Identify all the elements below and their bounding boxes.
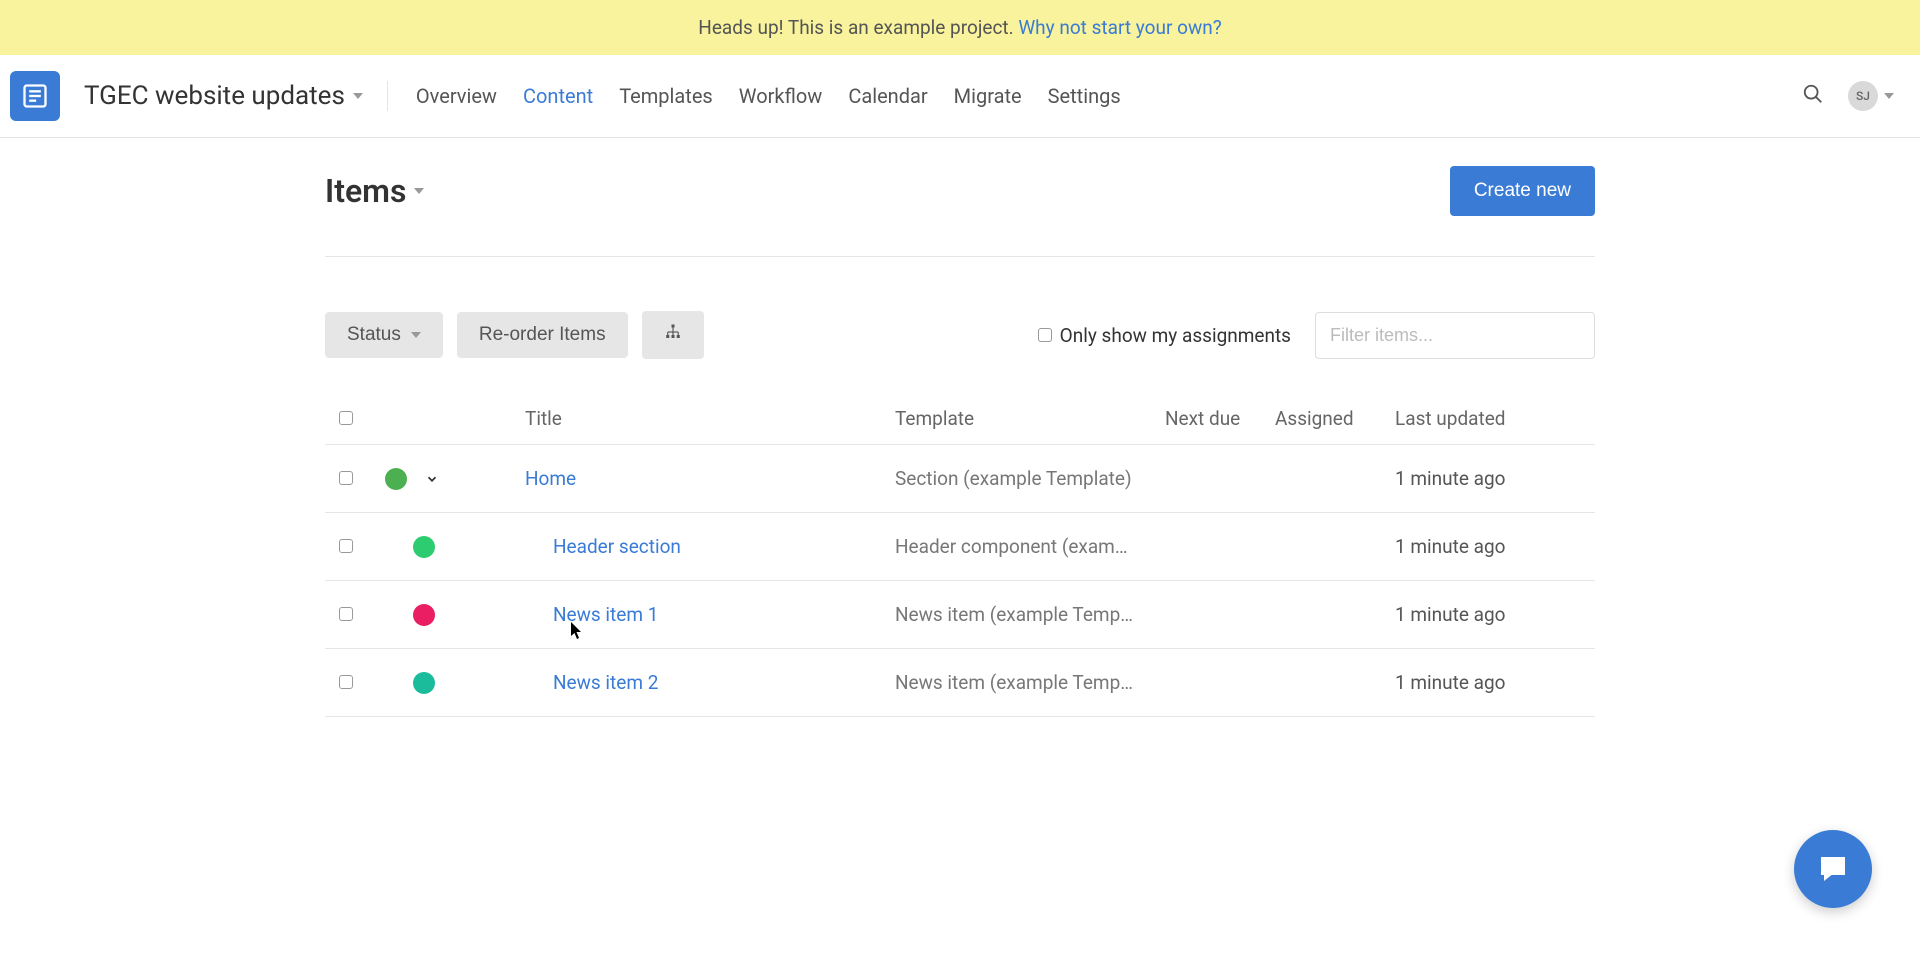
status-dot	[413, 604, 435, 626]
row-checkbox[interactable]	[339, 675, 353, 689]
item-last-updated: 1 minute ago	[1395, 467, 1595, 490]
item-template: News item (example Temp…	[895, 671, 1165, 694]
col-title: Title	[525, 407, 895, 430]
table-row: Home Section (example Template) 1 minute…	[325, 445, 1595, 513]
nav-calendar[interactable]: Calendar	[848, 84, 927, 108]
row-checkbox[interactable]	[339, 471, 353, 485]
col-last-updated: Last updated	[1395, 407, 1595, 430]
item-link[interactable]: Home	[525, 467, 576, 490]
col-assigned: Assigned	[1275, 407, 1395, 430]
avatar: SJ	[1848, 81, 1878, 111]
main-nav: Overview Content Templates Workflow Cale…	[416, 84, 1121, 108]
item-link[interactable]: Header section	[553, 535, 681, 558]
item-last-updated: 1 minute ago	[1395, 535, 1595, 558]
banner-link[interactable]: Why not start your own?	[1018, 16, 1221, 39]
item-template: Section (example Template)	[895, 467, 1165, 490]
row-checkbox[interactable]	[339, 539, 353, 553]
status-dot	[385, 468, 407, 490]
toolbar-right: Only show my assignments	[1038, 312, 1595, 359]
status-dot	[413, 672, 435, 694]
create-new-button[interactable]: Create new	[1450, 166, 1595, 216]
row-checkbox[interactable]	[339, 607, 353, 621]
example-project-banner: Heads up! This is an example project. Wh…	[0, 0, 1920, 55]
page-title-dropdown[interactable]: Items	[325, 172, 424, 210]
item-last-updated: 1 minute ago	[1395, 671, 1595, 694]
topbar-right: SJ	[1802, 81, 1910, 111]
toolbar: Status Re-order Items Only show my assig…	[325, 311, 1595, 359]
user-menu[interactable]: SJ	[1848, 81, 1894, 111]
nav-content[interactable]: Content	[523, 84, 593, 108]
table-row: News item 1 News item (example Temp… 1 m…	[325, 581, 1595, 649]
items-table: Title Template Next due Assigned Last up…	[325, 393, 1595, 717]
item-template: News item (example Temp…	[895, 603, 1165, 626]
item-template: Header component (exam…	[895, 535, 1165, 558]
nav-overview[interactable]: Overview	[416, 84, 497, 108]
page-content: Items Create new Status Re-order Items O…	[325, 138, 1595, 717]
hierarchy-view-button[interactable]	[642, 311, 704, 359]
app-logo[interactable]	[10, 71, 60, 121]
sitemap-icon	[664, 323, 682, 347]
chevron-down-icon	[414, 188, 424, 194]
nav-workflow[interactable]: Workflow	[739, 84, 823, 108]
banner-text: Heads up! This is an example project.	[698, 16, 1018, 39]
project-switcher[interactable]: TGEC website updates	[84, 81, 388, 111]
item-last-updated: 1 minute ago	[1395, 603, 1595, 626]
nav-templates[interactable]: Templates	[619, 84, 713, 108]
project-name: TGEC website updates	[84, 81, 345, 111]
page-title: Items	[325, 172, 406, 210]
only-my-assignments-toggle[interactable]: Only show my assignments	[1038, 324, 1291, 347]
topbar: TGEC website updates Overview Content Te…	[0, 55, 1920, 138]
page-header: Items Create new	[325, 166, 1595, 257]
status-filter-button[interactable]: Status	[325, 312, 443, 358]
chevron-down-icon	[411, 332, 421, 338]
nav-settings[interactable]: Settings	[1048, 84, 1121, 108]
nav-migrate[interactable]: Migrate	[954, 84, 1022, 108]
item-link[interactable]: News item 1	[553, 603, 658, 626]
chevron-down-icon	[1884, 93, 1894, 99]
expand-toggle[interactable]	[425, 472, 439, 486]
search-icon[interactable]	[1802, 83, 1824, 109]
filter-items-input[interactable]	[1315, 312, 1595, 359]
item-link[interactable]: News item 2	[553, 671, 658, 694]
chevron-down-icon	[353, 93, 363, 99]
select-all-checkbox[interactable]	[339, 411, 353, 425]
col-next-due: Next due	[1165, 407, 1275, 430]
table-row: News item 2 News item (example Temp… 1 m…	[325, 649, 1595, 717]
reorder-items-button[interactable]: Re-order Items	[457, 312, 628, 358]
chat-widget-button[interactable]	[1794, 830, 1872, 908]
table-row: Header section Header component (exam… 1…	[325, 513, 1595, 581]
col-template: Template	[895, 407, 1165, 430]
status-dot	[413, 536, 435, 558]
table-header: Title Template Next due Assigned Last up…	[325, 393, 1595, 445]
checkbox[interactable]	[1038, 328, 1052, 342]
